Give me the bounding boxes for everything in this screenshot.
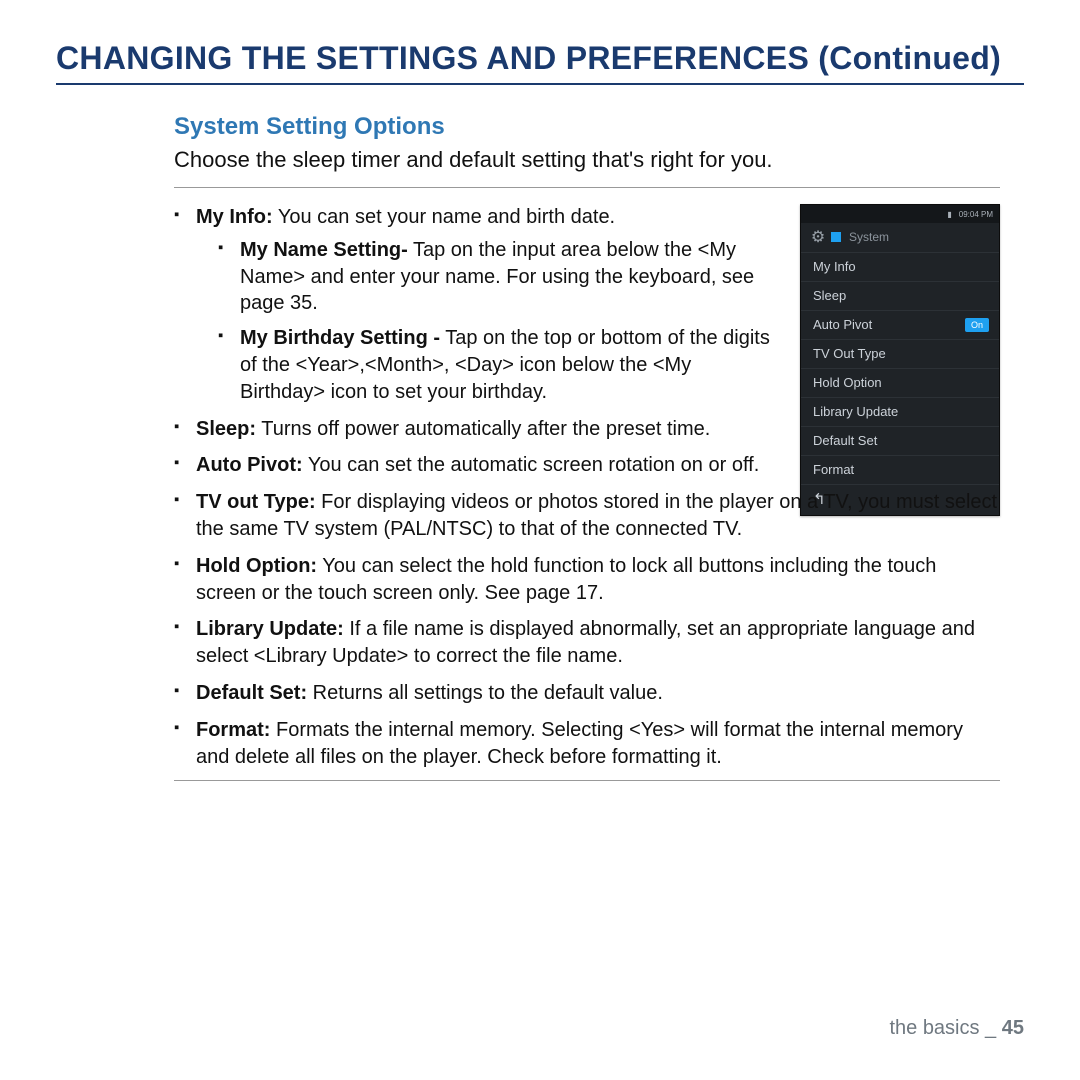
list-item: Format: Formats the internal memory. Sel… bbox=[174, 717, 1000, 771]
row-label: Library Update bbox=[813, 404, 898, 419]
device-row-format[interactable]: Format bbox=[801, 455, 999, 484]
list-item: TV out Type: For displaying videos or ph… bbox=[174, 489, 1000, 543]
item-label: My Name Setting- bbox=[240, 239, 408, 261]
list-item: My Info: You can set your name and birth… bbox=[174, 204, 770, 406]
item-label: Sleep: bbox=[196, 418, 256, 440]
list-item: My Name Setting- Tap on the input area b… bbox=[218, 237, 770, 317]
device-row-default[interactable]: Default Set bbox=[801, 426, 999, 455]
content-area: System Setting Options Choose the sleep … bbox=[56, 113, 1024, 781]
item-text: For displaying videos or photos stored i… bbox=[196, 491, 997, 540]
row-label: Default Set bbox=[813, 433, 877, 448]
item-text: Formats the internal memory. Selecting <… bbox=[196, 719, 963, 768]
row-label: My Info bbox=[813, 259, 856, 274]
item-label: Default Set: bbox=[196, 682, 307, 704]
list-item: Default Set: Returns all settings to the… bbox=[174, 680, 1000, 707]
row-label: Format bbox=[813, 462, 854, 477]
item-text: You can set your name and birth date. bbox=[273, 206, 615, 228]
page-title: CHANGING THE SETTINGS AND PREFERENCES (C… bbox=[56, 40, 1024, 85]
intro-text: Choose the sleep timer and default setti… bbox=[174, 147, 1000, 173]
row-label: TV Out Type bbox=[813, 346, 886, 361]
body-wrap: ▮ 09:04 PM ⚙ System My Info Sleep Auto P… bbox=[174, 204, 1000, 770]
device-row-tvout[interactable]: TV Out Type bbox=[801, 339, 999, 368]
device-statusbar: ▮ 09:04 PM bbox=[801, 205, 999, 223]
list-item: Library Update: If a file name is displa… bbox=[174, 616, 1000, 670]
list-item: Hold Option: You can select the hold fun… bbox=[174, 553, 1000, 607]
footer-page-number: 45 bbox=[1002, 1017, 1024, 1039]
list-item: Sleep: Turns off power automatically aft… bbox=[174, 416, 770, 443]
device-screenshot: ▮ 09:04 PM ⚙ System My Info Sleep Auto P… bbox=[800, 204, 1000, 516]
device-row-hold[interactable]: Hold Option bbox=[801, 368, 999, 397]
sub-list: My Name Setting- Tap on the input area b… bbox=[196, 237, 770, 406]
item-label: Format: bbox=[196, 719, 270, 741]
section-subtitle: System Setting Options bbox=[174, 113, 1000, 141]
page-footer: the basics _ 45 bbox=[889, 1017, 1024, 1040]
item-label: My Info: bbox=[196, 206, 273, 228]
item-label: My Birthday Setting - bbox=[240, 327, 440, 349]
footer-label: the basics _ bbox=[889, 1017, 1001, 1039]
battery-icon: ▮ bbox=[947, 210, 951, 219]
device-row-myinfo[interactable]: My Info bbox=[801, 252, 999, 281]
row-label: Hold Option bbox=[813, 375, 882, 390]
list-item: Auto Pivot: You can set the automatic sc… bbox=[174, 452, 770, 479]
text-column-wide: TV out Type: For displaying videos or ph… bbox=[174, 489, 1000, 770]
item-text: Turns off power automatically after the … bbox=[256, 418, 710, 440]
bullet-list-bottom: TV out Type: For displaying videos or ph… bbox=[174, 489, 1000, 770]
header-accent bbox=[831, 232, 841, 242]
device-header-label: System bbox=[849, 230, 889, 244]
device-row-sleep[interactable]: Sleep bbox=[801, 281, 999, 310]
item-label: Library Update: bbox=[196, 618, 344, 640]
row-label: Auto Pivot bbox=[813, 317, 872, 332]
device-header: ⚙ System bbox=[801, 223, 999, 252]
row-label: Sleep bbox=[813, 288, 846, 303]
device-row-library[interactable]: Library Update bbox=[801, 397, 999, 426]
list-item: My Birthday Setting - Tap on the top or … bbox=[218, 325, 770, 405]
item-label: TV out Type: bbox=[196, 491, 316, 513]
bullet-list-top: My Info: You can set your name and birth… bbox=[174, 204, 770, 479]
device-row-autopivot[interactable]: Auto Pivot On bbox=[801, 310, 999, 339]
item-text: Returns all settings to the default valu… bbox=[307, 682, 663, 704]
item-label: Hold Option: bbox=[196, 555, 317, 577]
divider-top bbox=[174, 187, 1000, 188]
item-label: Auto Pivot: bbox=[196, 454, 303, 476]
gear-icon: ⚙ bbox=[809, 228, 827, 246]
divider-bottom bbox=[174, 780, 1000, 781]
item-text: You can set the automatic screen rotatio… bbox=[303, 454, 760, 476]
device-clock: 09:04 PM bbox=[959, 210, 993, 219]
on-badge: On bbox=[965, 318, 989, 332]
